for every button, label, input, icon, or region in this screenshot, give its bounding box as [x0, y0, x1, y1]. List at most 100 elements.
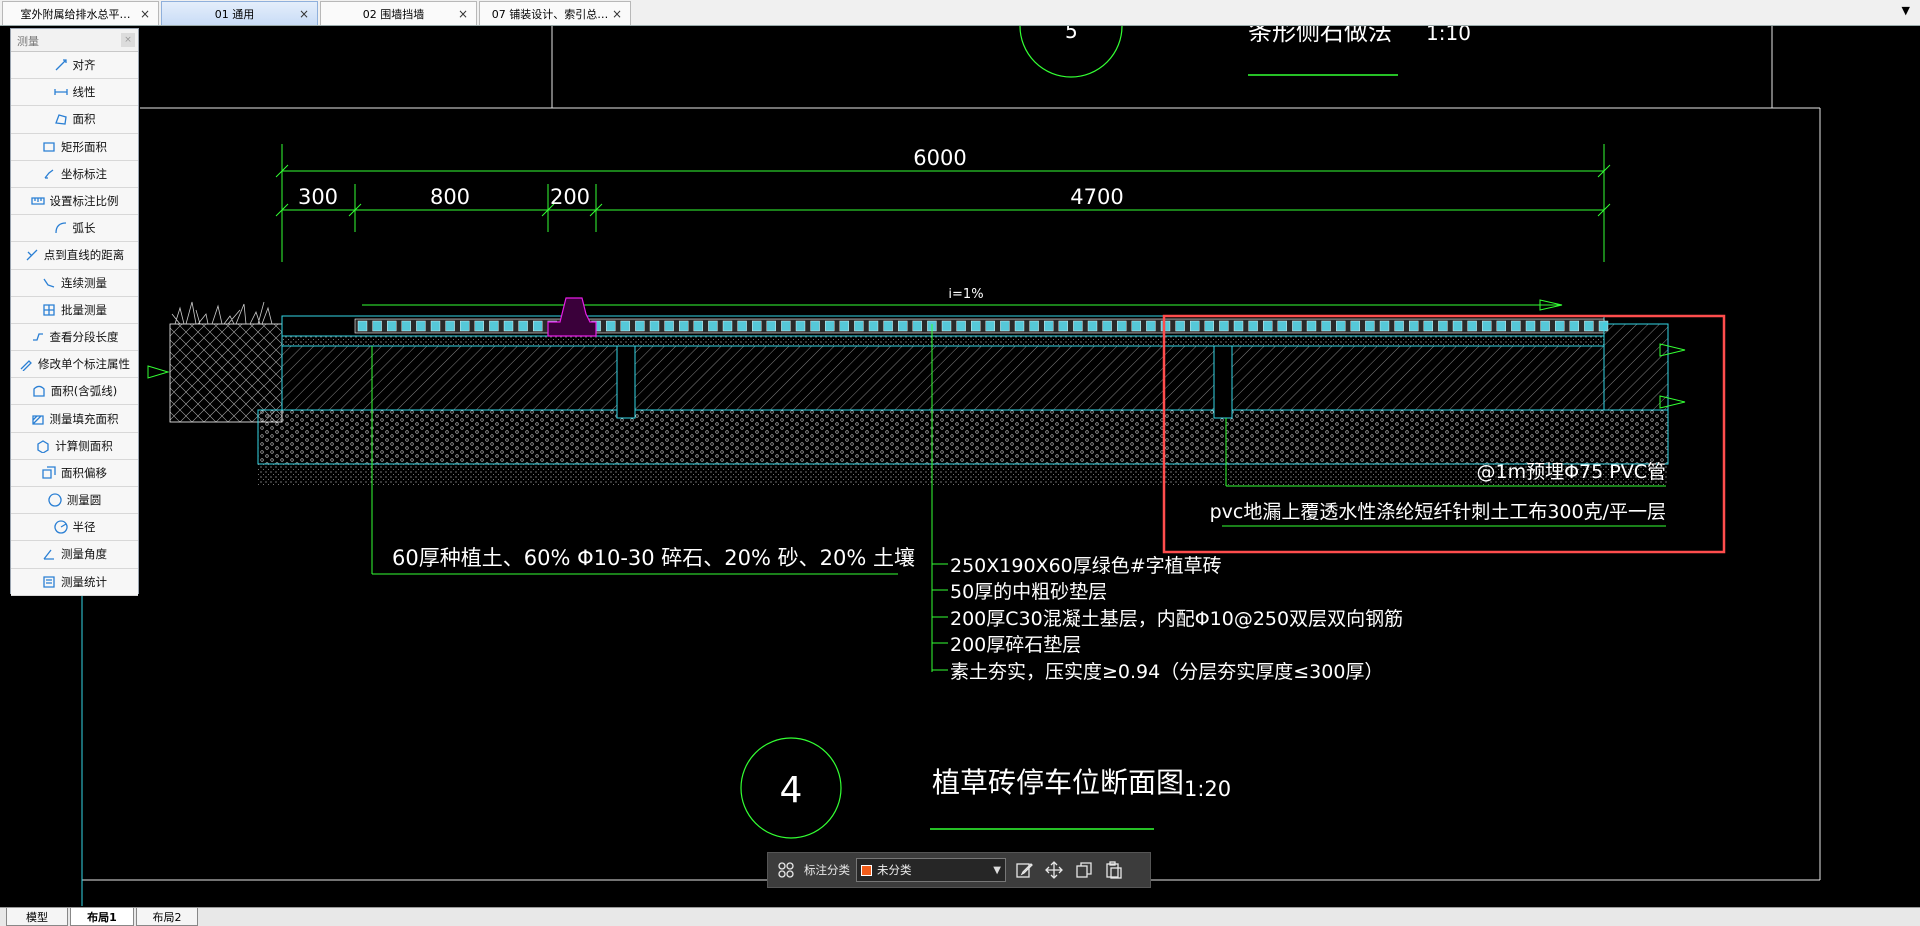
measure-tool-area[interactable]: 面积	[11, 106, 138, 134]
brick-cell	[810, 320, 820, 332]
fill-area-icon	[31, 412, 45, 426]
radius-icon	[53, 520, 68, 534]
tab-document-3[interactable]: 07 铺装设计、索引总… ×	[479, 1, 631, 25]
tab-document-0[interactable]: 室外附属给排水总平… ×	[2, 1, 159, 25]
note-planting-soil: 60厚种植土、60% Φ10-30 碎石、20% 砂、20% 土壤	[392, 546, 915, 570]
layout-tab-layout2[interactable]: 布局2	[136, 908, 198, 926]
tab-list-dropdown-icon[interactable]: ▼	[1902, 4, 1910, 17]
measure-tool-label: 连续测量	[61, 275, 107, 290]
brick-cell	[1554, 320, 1565, 332]
detail-number: 4	[780, 770, 803, 811]
brick-cell	[518, 320, 528, 332]
brick-cell	[1219, 320, 1229, 332]
document-tab-bar: 室外附属给排水总平… × 01 通用 × 02 围墙挡墙 × 07 铺装设计、索…	[0, 0, 1920, 26]
brick-cell	[1350, 320, 1361, 332]
measure-tool-arc-area[interactable]: 面积(含弧线)	[11, 378, 138, 406]
brick-cell	[357, 320, 368, 332]
measure-tool-radius[interactable]: 半径	[11, 514, 138, 542]
measure-tool-batch[interactable]: 批量测量	[11, 296, 138, 324]
brick-cell	[445, 320, 455, 332]
brick-cell	[460, 320, 470, 332]
top-detail-number-fragment: 5	[1065, 26, 1078, 43]
measure-tool-continuous[interactable]: 连续测量	[11, 269, 138, 297]
measure-tool-linear[interactable]: 线性	[11, 79, 138, 107]
brick-cell	[1365, 320, 1375, 332]
brick-cell	[533, 320, 543, 332]
annotation-category-label: 标注分类	[804, 863, 850, 877]
angle-icon	[42, 547, 56, 561]
measure-tool-align[interactable]: 对齐	[11, 52, 138, 80]
move-icon[interactable]	[1042, 858, 1066, 882]
align-icon	[54, 58, 68, 72]
dimension-total: 6000	[913, 146, 966, 170]
brick-cell	[1438, 320, 1448, 332]
grid-icon[interactable]	[774, 858, 798, 882]
tab-document-1[interactable]: 01 通用 ×	[161, 1, 318, 25]
brick-cell	[1569, 320, 1580, 332]
measure-tool-arc[interactable]: 弧长	[11, 215, 138, 243]
brick-cell	[693, 320, 703, 332]
circle-icon	[48, 493, 62, 507]
cad-drawing-canvas[interactable]: 5 条形侧石做法 1:10 6000 300 800 200 4700 i=1%	[0, 26, 1920, 907]
copy-icon[interactable]	[1072, 858, 1096, 882]
tab-close-icon[interactable]: ×	[456, 7, 470, 21]
layout-tab-bar: 模型 布局1 布局2	[0, 907, 1920, 926]
tab-document-2[interactable]: 02 围墙挡墙 ×	[320, 1, 477, 25]
brick-cell	[387, 320, 397, 332]
measure-tool-list: 对齐 线性 面积 矩形面积 坐标标注 设置标注比例 弧长 点到直线的距离连续测量批量测量 查看分…	[11, 52, 138, 596]
brick-cell	[679, 320, 689, 332]
dimension-segment-2: 800	[430, 185, 470, 209]
batch-icon	[42, 303, 56, 317]
measure-tool-circle[interactable]: 测量圆	[11, 487, 138, 515]
measure-tool-scale[interactable]: 设置标注比例	[11, 187, 138, 216]
measure-tool-point-line[interactable]: 点到直线的距离	[11, 242, 138, 270]
layout-tab-model[interactable]: 模型	[6, 908, 68, 926]
top-detail-scale: 1:10	[1426, 26, 1471, 45]
dimension-segment-3: 200	[550, 185, 590, 209]
brick-cell	[635, 320, 645, 332]
panel-close-icon[interactable]: ×	[121, 33, 135, 47]
layer-note-3: 200厚C30混凝土基层，内配Φ10@250双层双向钢筋	[950, 608, 1403, 630]
measure-panel: 测量 × 对齐 线性 面积 矩形面积 坐标标注 设置标注比例 弧长 点到直线的距离连续测量批量…	[10, 28, 139, 596]
top-detail-title: 条形侧石做法	[1248, 26, 1392, 46]
brick-cell	[1146, 320, 1156, 332]
measure-tool-label: 测量圆	[66, 493, 102, 508]
brick-cell	[1467, 320, 1477, 332]
measure-tool-label: 半径	[72, 520, 96, 535]
brick-cell	[606, 320, 616, 332]
measure-tool-fill-area[interactable]: 测量填充面积	[11, 405, 138, 433]
tab-close-icon[interactable]: ×	[138, 7, 152, 21]
brick-cell	[781, 320, 791, 332]
measure-tool-coordinate[interactable]: 坐标标注	[11, 160, 138, 188]
paste-icon[interactable]	[1102, 858, 1126, 882]
brick-cell	[1189, 320, 1200, 332]
brick-cell	[722, 320, 733, 332]
brick-cell	[474, 320, 484, 332]
brick-cell	[1496, 320, 1507, 332]
segment-icon	[31, 330, 45, 344]
brick-cell	[1073, 320, 1083, 332]
brick-cell	[941, 320, 952, 332]
measure-panel-title: 测量	[17, 35, 39, 48]
brick-cell	[430, 320, 441, 332]
measure-tool-stats[interactable]: 测量统计	[11, 568, 138, 596]
tab-close-icon[interactable]: ×	[297, 7, 311, 21]
brick-cell	[1408, 320, 1419, 332]
brick-cell	[649, 320, 660, 332]
layout-tab-layout1[interactable]: 布局1	[70, 908, 134, 926]
brick-cell	[708, 320, 718, 332]
brick-cell	[854, 320, 864, 332]
measure-tool-offset[interactable]: 面积偏移	[11, 459, 138, 487]
brick-cell	[1248, 320, 1258, 332]
brick-cell	[1014, 320, 1025, 332]
measure-tool-segment[interactable]: 查看分段长度	[11, 323, 138, 352]
measure-tool-edit-dim[interactable]: 修改单个标注属性	[11, 351, 138, 379]
measure-tool-side-area[interactable]: 计算侧面积	[11, 432, 138, 460]
measure-tool-label: 测量角度	[61, 547, 107, 562]
annotation-category-select[interactable]: 未分类 ▼	[856, 858, 1006, 882]
tab-close-icon[interactable]: ×	[610, 7, 624, 21]
edit-icon[interactable]	[1012, 858, 1036, 882]
layer-notes: 250X190X60厚绿色#字植草砖 50厚的中粗砂垫层 200厚C30混凝土基…	[950, 555, 1403, 683]
measure-tool-rect-area[interactable]: 矩形面积	[11, 133, 138, 161]
measure-tool-angle[interactable]: 测量角度	[11, 541, 138, 569]
